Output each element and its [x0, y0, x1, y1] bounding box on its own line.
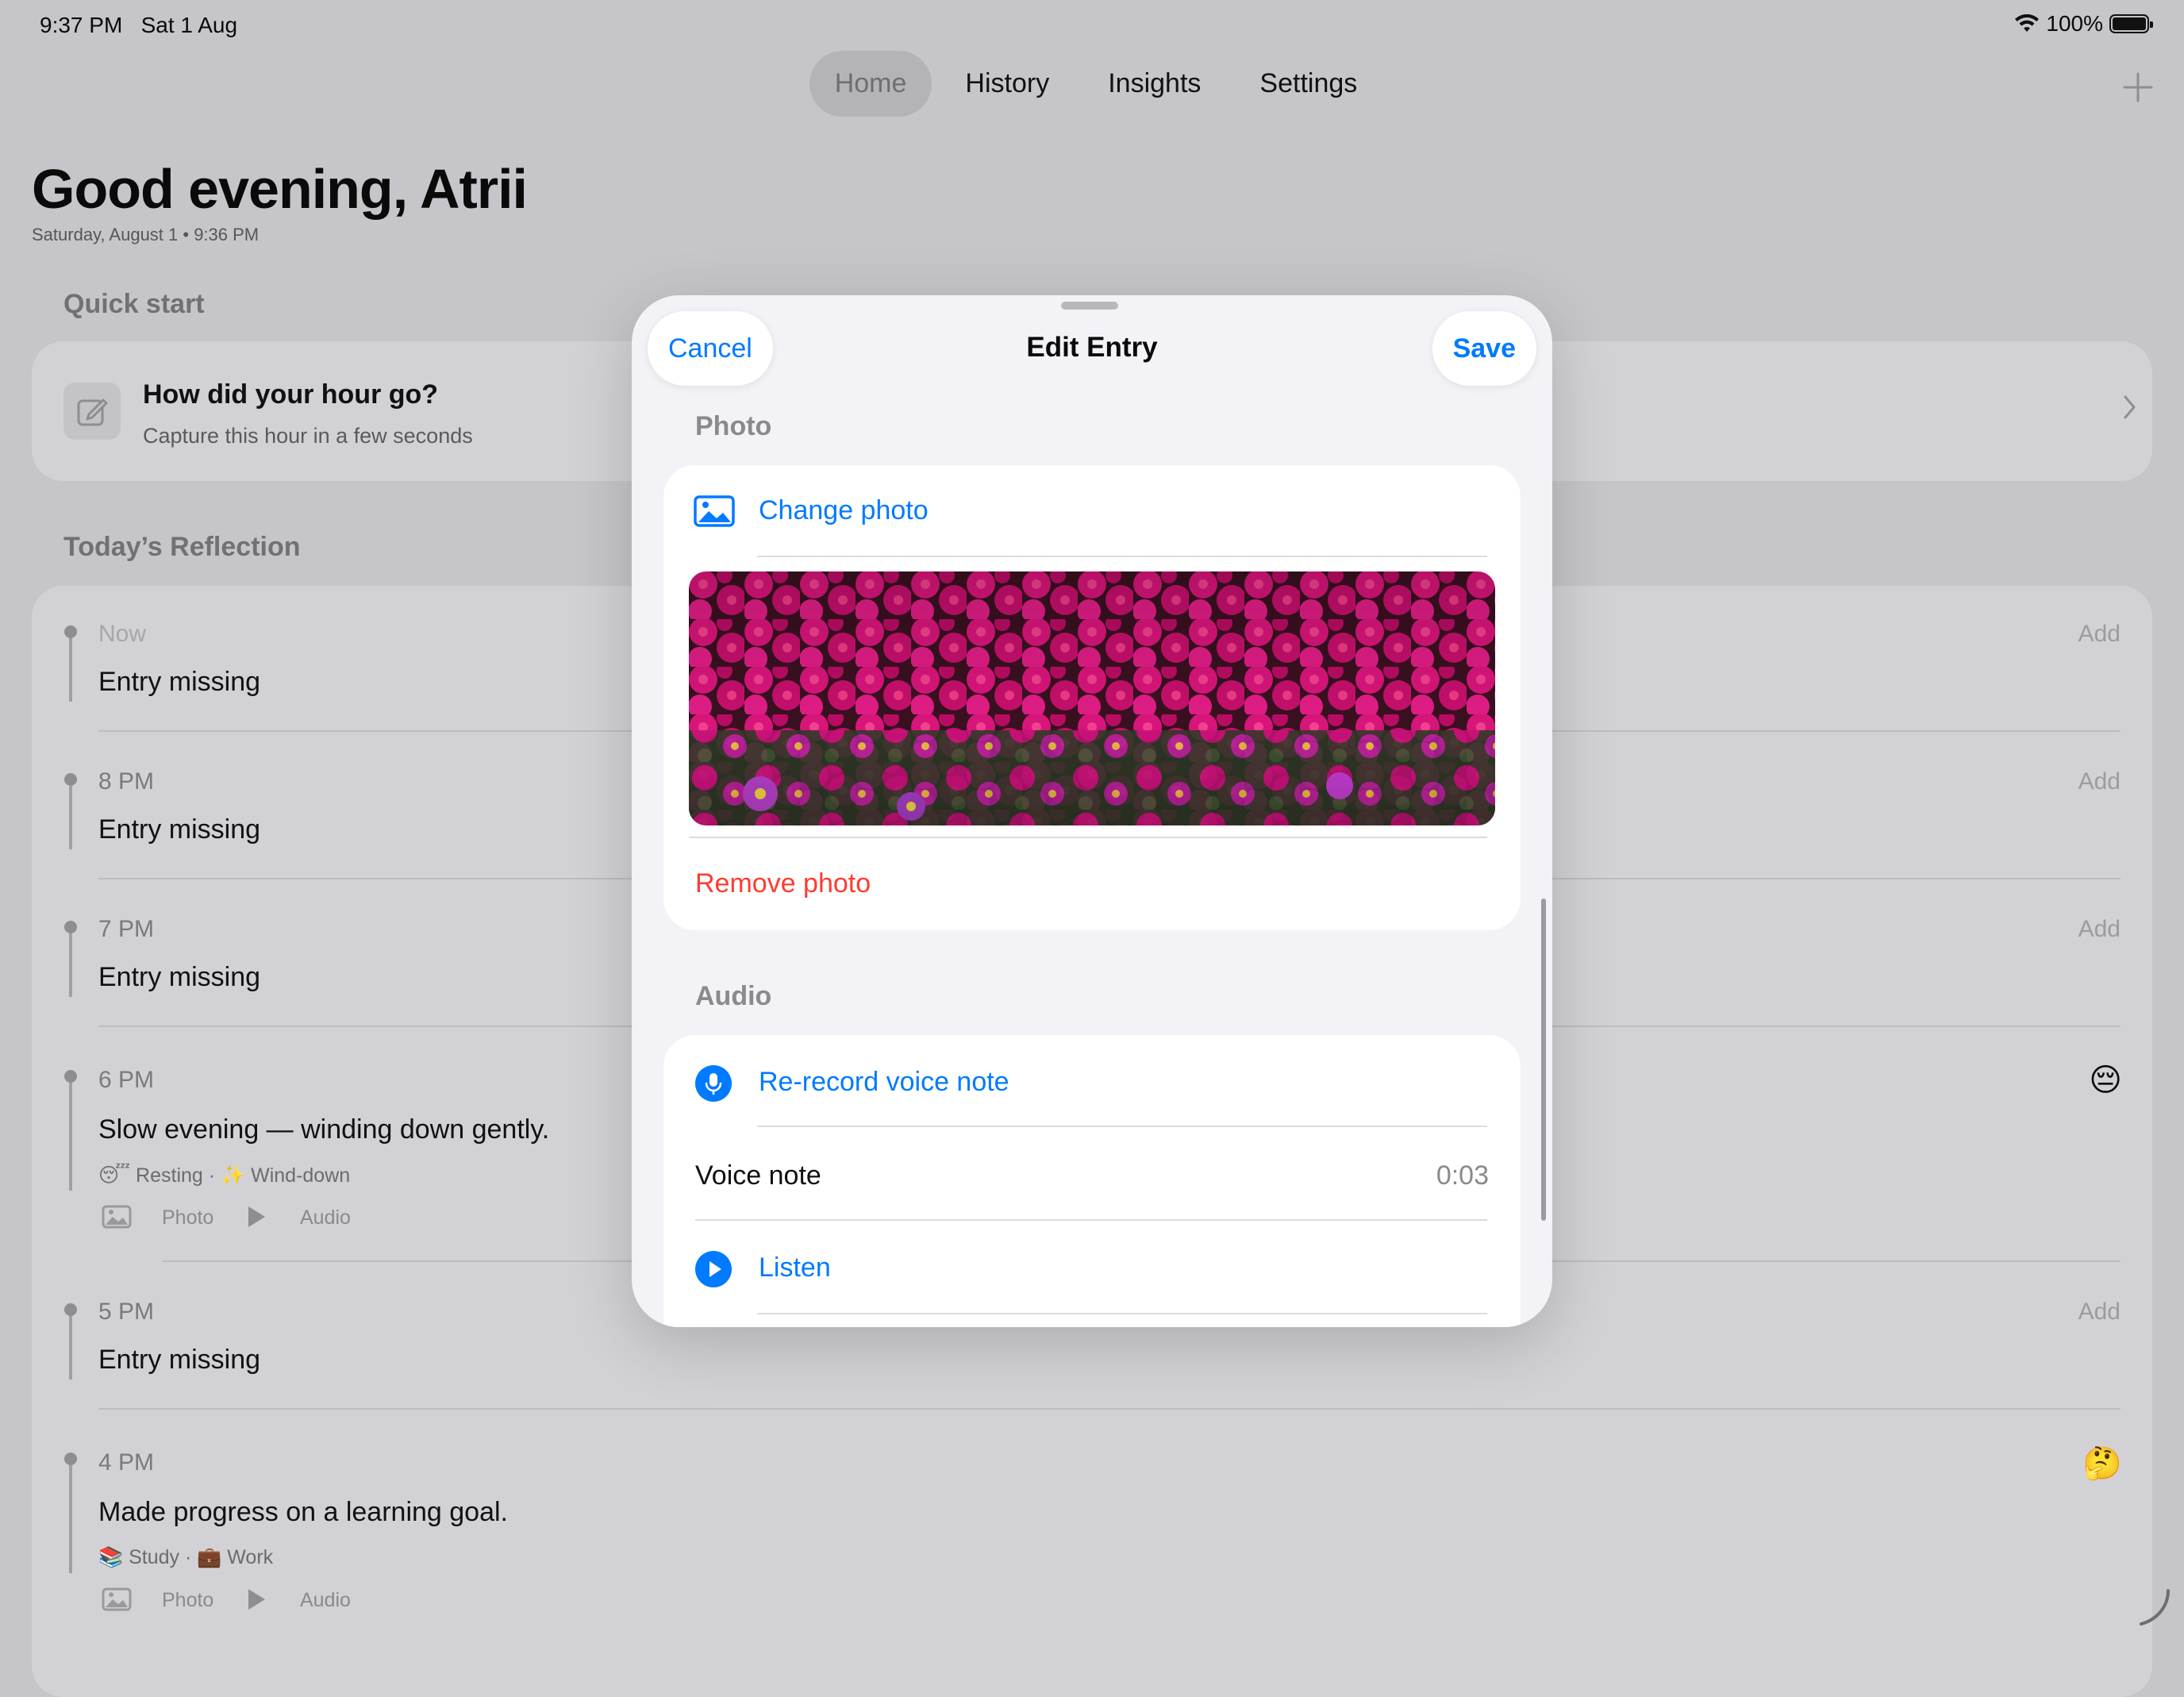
change-photo-button[interactable]: Change photo — [759, 495, 929, 526]
quick-start-heading: Quick start — [63, 289, 205, 319]
sheet-grabber[interactable] — [1061, 302, 1118, 310]
tab-insights[interactable]: Insights — [1082, 51, 1226, 117]
audio-label: Audio — [300, 1589, 351, 1611]
status-clock: 9:37 PM — [40, 13, 123, 37]
photo-icon — [102, 1205, 132, 1229]
status-date: Sat 1 Aug — [140, 13, 238, 37]
entry-time: 4 PM — [98, 1449, 155, 1476]
image-icon — [694, 495, 735, 527]
add-entry-button[interactable]: Add — [2078, 768, 2121, 795]
voice-note-label: Voice note — [695, 1160, 821, 1191]
timeline-dot — [64, 1453, 77, 1465]
top-tab-bar: Home History Insights Settings — [0, 51, 2184, 117]
photo-section-heading: Photo — [695, 411, 772, 441]
tab-settings[interactable]: Settings — [1234, 51, 1382, 117]
timeline-dot — [64, 773, 77, 786]
tab-history[interactable]: History — [940, 51, 1075, 117]
wifi-icon — [2015, 14, 2040, 32]
mood-emoji: 🤔 — [2082, 1446, 2122, 1481]
divider — [98, 1408, 2121, 1410]
entry-photo — [689, 571, 1495, 825]
entry-text: Entry missing — [98, 667, 261, 697]
add-entry-button[interactable]: Add — [2078, 1299, 2121, 1326]
add-entry-button[interactable]: Add — [2078, 916, 2121, 943]
photo-label: Photo — [162, 1589, 214, 1611]
timeline-dot — [64, 625, 77, 638]
tab-home[interactable]: Home — [809, 51, 932, 117]
edit-entry-sheet: Cancel Edit Entry Save Photo Change phot… — [632, 295, 1552, 1327]
microphone-icon — [695, 1065, 732, 1102]
voice-note-duration: 0:03 — [1436, 1160, 1489, 1191]
entry-time: 8 PM — [98, 768, 155, 795]
divider — [757, 556, 1487, 557]
entry-tags: 😴 Resting · ✨ Wind-down — [98, 1164, 351, 1187]
sheet-scrollbar[interactable] — [1541, 899, 1546, 1221]
page-subtitle: Saturday, August 1 • 9:36 PM — [32, 225, 260, 244]
audio-label: Audio — [300, 1206, 351, 1229]
timeline-line — [69, 933, 72, 997]
page-title: Good evening, Atrii — [32, 158, 528, 220]
listen-button[interactable]: Listen — [759, 1253, 831, 1283]
entry-tags: 📚 Study · 💼 Work — [98, 1546, 274, 1568]
quick-start-subtitle: Capture this hour in a few seconds — [143, 424, 473, 448]
chevron-right-icon — [2124, 395, 2136, 419]
entry-time: 5 PM — [98, 1299, 155, 1325]
status-time: 9:37 PM Sat 1 Aug — [40, 13, 237, 38]
timeline-dot — [64, 1303, 77, 1316]
entry-text: Entry missing — [98, 962, 261, 992]
entry-text: Entry missing — [98, 814, 261, 845]
entry-time: 6 PM — [98, 1067, 155, 1093]
add-entry-button[interactable]: Add — [2078, 621, 2121, 648]
timeline-line — [69, 1465, 72, 1573]
remove-photo-button[interactable]: Remove photo — [695, 868, 871, 899]
reflection-heading: Today’s Reflection — [63, 532, 301, 562]
mood-emoji: 😔 — [2089, 1063, 2122, 1098]
divider — [689, 837, 1487, 838]
entry-time: Now — [98, 621, 147, 647]
sheet-title: Edit Entry — [1026, 332, 1158, 363]
audio-section-heading: Audio — [695, 981, 772, 1011]
battery-percent: 100% — [2046, 11, 2103, 36]
save-button[interactable]: Save — [1432, 311, 1536, 386]
entry-text: Made progress on a learning goal. — [98, 1497, 508, 1527]
play-icon — [248, 1206, 265, 1227]
timeline-line — [69, 1083, 72, 1191]
plus-icon[interactable] — [2122, 71, 2154, 103]
timeline-line — [69, 1316, 72, 1380]
timeline-line — [69, 638, 72, 702]
entry-text: Slow evening — winding down gently. — [98, 1114, 550, 1145]
quick-start-title: How did your hour go? — [143, 379, 439, 410]
photo-icon — [102, 1587, 132, 1611]
divider — [757, 1126, 1487, 1127]
battery-icon — [2109, 14, 2153, 33]
divider — [695, 1219, 1487, 1221]
divider — [757, 1313, 1487, 1314]
photo-label: Photo — [162, 1206, 214, 1229]
timeline-line — [69, 786, 72, 849]
entry-text: Entry missing — [98, 1345, 261, 1375]
compose-icon — [63, 383, 121, 440]
rerecord-voice-note-button[interactable]: Re-record voice note — [759, 1067, 1009, 1098]
play-circle-icon — [695, 1251, 732, 1287]
play-icon — [248, 1589, 265, 1610]
timeline-dot — [64, 1070, 77, 1083]
entry-time: 7 PM — [98, 916, 155, 942]
pencil-scribble-icon — [2140, 1589, 2170, 1626]
status-indicators: 100% — [2014, 11, 2153, 37]
timeline-dot — [64, 921, 77, 933]
